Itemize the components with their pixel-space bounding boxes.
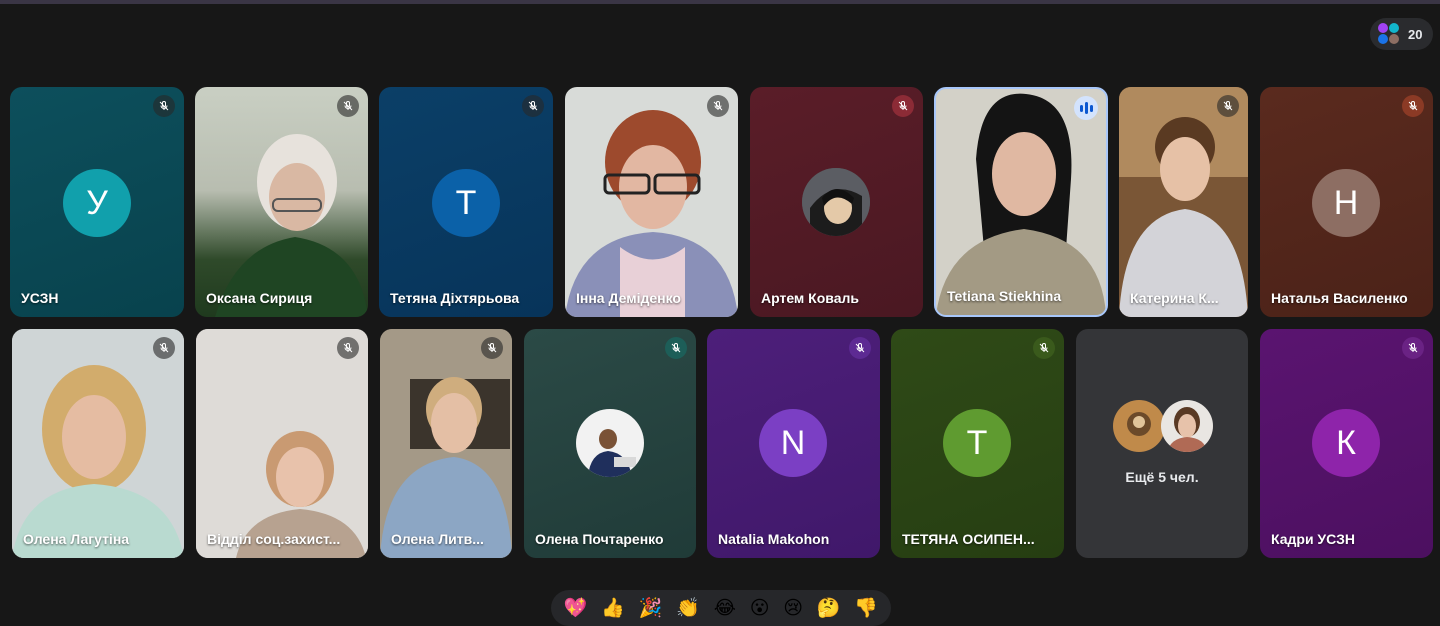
avatar: Т bbox=[432, 169, 500, 237]
participant-tile[interactable]: Т Тетяна Діхтярьова bbox=[379, 87, 553, 317]
participant-name: Артем Коваль bbox=[761, 290, 859, 306]
reaction-heart-button[interactable]: 💖 bbox=[564, 598, 588, 618]
more-participants-label: Ещё 5 чел. bbox=[1125, 469, 1199, 485]
participant-name: Олена Литв... bbox=[391, 531, 484, 547]
participant-name: Тетяна Діхтярьова bbox=[390, 290, 520, 306]
reaction-sad-button[interactable]: 😢 bbox=[783, 598, 803, 618]
avatar bbox=[1161, 400, 1213, 452]
participant-name: Катерина К... bbox=[1130, 290, 1219, 306]
participant-name: ТЕТЯНА ОСИПЕН... bbox=[902, 531, 1035, 547]
participant-name: Відділ соц.захист... bbox=[207, 531, 341, 547]
mic-off-icon bbox=[665, 337, 687, 359]
participant-video bbox=[196, 329, 368, 558]
participant-video bbox=[12, 329, 184, 558]
participant-video bbox=[565, 110, 738, 317]
participant-video bbox=[1119, 87, 1248, 317]
mic-off-icon bbox=[481, 337, 503, 359]
mic-off-icon bbox=[153, 337, 175, 359]
participant-name: Natalia Makohon bbox=[718, 531, 830, 547]
reaction-laugh-button[interactable]: 😂 bbox=[714, 598, 736, 618]
reaction-party-button[interactable]: 🎉 bbox=[639, 598, 663, 618]
avatar: T bbox=[943, 409, 1011, 477]
participant-name: Оксана Сириця bbox=[206, 290, 313, 306]
mic-off-icon bbox=[522, 95, 544, 117]
participant-name: Олена Почтаренко bbox=[535, 531, 664, 547]
mic-off-icon bbox=[153, 95, 175, 117]
participant-tile[interactable]: Олена Литв... bbox=[380, 329, 512, 558]
avatar: У bbox=[63, 169, 131, 237]
reaction-clap-button[interactable]: 👏 bbox=[676, 598, 700, 618]
participant-tile[interactable]: Олена Лагутіна bbox=[12, 329, 184, 558]
mic-off-icon bbox=[1402, 337, 1424, 359]
participant-name: Інна Деміденко bbox=[576, 290, 681, 306]
participant-video bbox=[936, 89, 1106, 315]
avatar: Н bbox=[1312, 169, 1380, 237]
participant-name: УСЗН bbox=[21, 290, 59, 306]
avatar bbox=[576, 409, 644, 477]
participant-tile[interactable]: Інна Деміденко bbox=[565, 87, 738, 317]
mic-off-icon bbox=[1217, 95, 1239, 117]
participant-tile[interactable]: Відділ соц.захист... bbox=[196, 329, 368, 558]
mic-off-icon bbox=[1402, 95, 1424, 117]
participant-name: Tetiana Stiekhina bbox=[947, 288, 1062, 304]
mic-off-icon bbox=[1033, 337, 1055, 359]
reaction-surprised-button[interactable]: 😮 bbox=[750, 598, 770, 618]
mic-off-icon bbox=[337, 337, 359, 359]
participant-tile[interactable]: Катерина К... bbox=[1119, 87, 1248, 317]
reaction-thinking-button[interactable]: 🤔 bbox=[817, 598, 841, 618]
participants-button[interactable]: 20 bbox=[1370, 18, 1433, 50]
reactions-bar: 💖 👍 🎉 👏 😂 😮 😢 🤔 👎 bbox=[551, 590, 891, 626]
avatar bbox=[802, 168, 870, 236]
window-top-bar bbox=[0, 0, 1440, 4]
participant-tile[interactable]: Оксана Сириця bbox=[195, 87, 368, 317]
participant-tile-active-speaker[interactable]: Tetiana Stiekhina bbox=[934, 87, 1108, 317]
participant-tile[interactable]: N Natalia Makohon bbox=[707, 329, 880, 558]
participants-avatars-icon bbox=[1378, 23, 1400, 45]
participant-name: Олена Лагутіна bbox=[23, 531, 130, 547]
participant-tile[interactable]: К Кадри УСЗН bbox=[1260, 329, 1433, 558]
reaction-thumbs-down-button[interactable]: 👎 bbox=[854, 598, 878, 618]
participant-tile[interactable]: Артем Коваль bbox=[750, 87, 923, 317]
mic-off-icon bbox=[849, 337, 871, 359]
mic-off-icon bbox=[892, 95, 914, 117]
participants-count: 20 bbox=[1408, 26, 1423, 42]
reaction-thumbs-up-button[interactable]: 👍 bbox=[601, 598, 625, 618]
participant-tile[interactable]: T ТЕТЯНА ОСИПЕН... bbox=[891, 329, 1064, 558]
participant-video bbox=[380, 329, 512, 558]
participant-name: Наталья Василенко bbox=[1271, 290, 1408, 306]
participant-tile[interactable]: Олена Почтаренко bbox=[524, 329, 696, 558]
participant-name: Кадри УСЗН bbox=[1271, 531, 1355, 547]
avatar: N bbox=[759, 409, 827, 477]
participant-tile[interactable]: Н Наталья Василенко bbox=[1260, 87, 1433, 317]
participant-video bbox=[215, 134, 368, 317]
more-participants-tile[interactable]: Ещё 5 чел. bbox=[1076, 329, 1248, 558]
avatar bbox=[1113, 400, 1165, 452]
mic-off-icon bbox=[337, 95, 359, 117]
mic-off-icon bbox=[707, 95, 729, 117]
participant-tile[interactable]: У УСЗН bbox=[10, 87, 184, 317]
avatar: К bbox=[1312, 409, 1380, 477]
speaking-indicator-icon bbox=[1074, 96, 1098, 120]
